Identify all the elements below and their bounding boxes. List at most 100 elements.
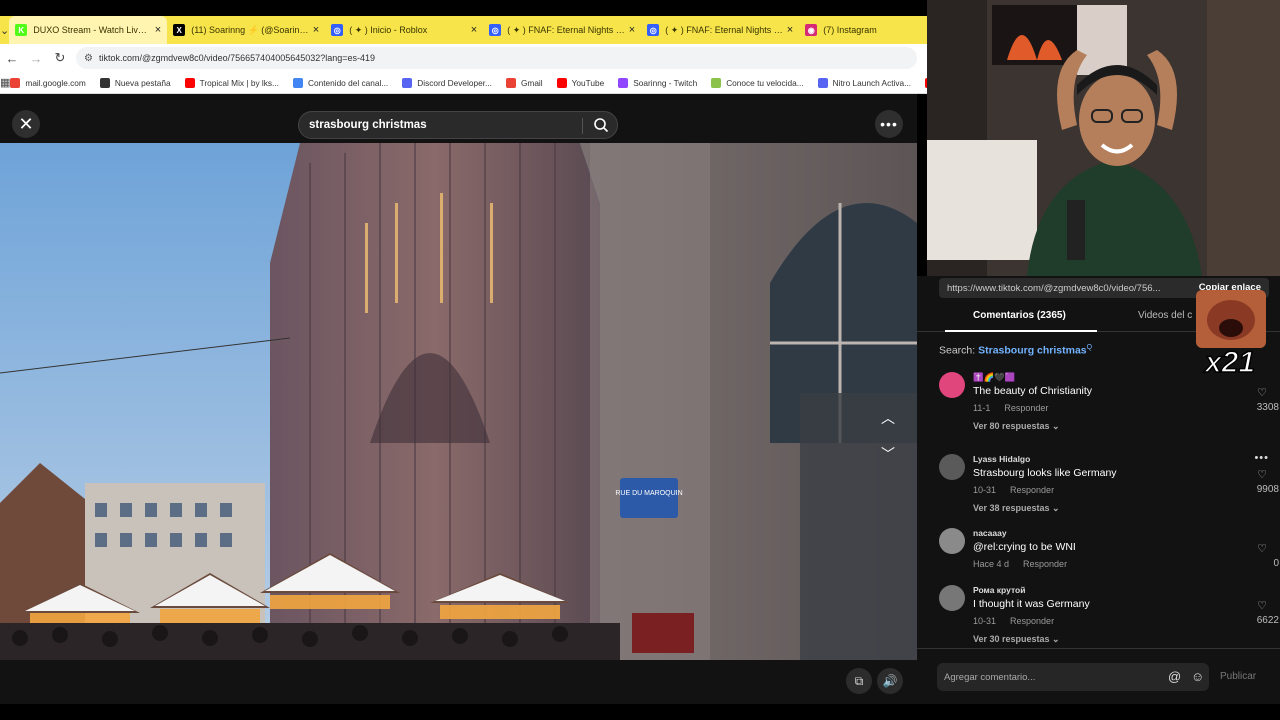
- bookmark-list: mail.google.com Nueva pestaña Tropical Mix…: [10, 77, 927, 88]
- tab-close-icon[interactable]: ×: [471, 24, 477, 36]
- bookmark-item[interactable]: Gmail: [505, 77, 543, 88]
- like-count: 0: [1273, 558, 1279, 569]
- more-options-button[interactable]: •••: [875, 110, 903, 138]
- comment-text: Strasbourg looks like Germany: [973, 467, 1117, 479]
- bookmark-favicon-icon: [402, 77, 413, 88]
- search-divider: [582, 118, 583, 134]
- bookmark-favicon-icon: [99, 77, 110, 88]
- volume-button[interactable]: 🔊: [877, 668, 903, 694]
- search-suggestion-term: Strasbourg christmas: [978, 344, 1087, 357]
- reply-button[interactable]: Responder: [1010, 485, 1054, 495]
- close-button[interactable]: ✕: [12, 110, 40, 138]
- comment-username[interactable]: ✝️🌈🖤🟪: [973, 372, 1015, 383]
- view-replies-button[interactable]: Ver 80 respuestas ⌄: [973, 421, 1060, 432]
- tabs-container: K DUXO Stream - Watch Live on × X (11) Soari…: [9, 16, 957, 44]
- comment-item: Рома крутой I thought it was Germany 10-31…: [939, 585, 1279, 649]
- comment-more-icon[interactable]: •••: [1254, 452, 1269, 464]
- search-icon[interactable]: [593, 117, 609, 136]
- comment-text: I thought it was Germany: [973, 598, 1090, 610]
- tab-close-icon[interactable]: ×: [155, 24, 161, 36]
- view-replies-button[interactable]: Ver 30 respuestas ⌄: [973, 634, 1060, 645]
- publish-button[interactable]: Publicar: [1220, 671, 1256, 682]
- avatar[interactable]: [939, 454, 965, 480]
- heart-icon[interactable]: ♡: [1255, 468, 1269, 481]
- previous-video-button[interactable]: ︿: [877, 407, 899, 429]
- tab-comments[interactable]: Comentarios (2365): [973, 310, 1066, 321]
- browser-tab[interactable]: ◎ ( ✦ ) FNAF: Eternal Nights 🐻 - ×: [641, 16, 799, 44]
- search-suggestion[interactable]: Search: Strasbourg christmasQ: [939, 344, 1092, 357]
- browser-tab[interactable]: ◎ ( ✦ ) Inicio - Roblox ×: [325, 16, 483, 44]
- bookmark-favicon-icon: [184, 77, 195, 88]
- bookmark-label: Gmail: [520, 77, 543, 88]
- back-arrow-icon[interactable]: ←: [0, 44, 24, 72]
- heart-icon[interactable]: ♡: [1255, 386, 1269, 399]
- bookmark-favicon-icon: [505, 77, 516, 88]
- bookmark-item[interactable]: YouTube: [556, 77, 604, 88]
- comment-date: 10-31: [973, 485, 997, 495]
- tab-title: ( ✦ ) FNAF: Eternal Nights 🐻 -: [665, 24, 783, 35]
- bookmark-label: Conoce tu velocida...: [726, 77, 804, 88]
- reply-button[interactable]: Responder: [1023, 559, 1067, 569]
- browser-tab[interactable]: K DUXO Stream - Watch Live on ×: [9, 16, 168, 44]
- avatar[interactable]: [939, 585, 965, 611]
- speaker-icon: 🔊: [882, 674, 898, 688]
- comment-item: ✝️🌈🖤🟪 The beauty of Christianity 11-1 Respo…: [939, 372, 1279, 436]
- bookmark-item[interactable]: Nitro Launch Activa...: [817, 77, 912, 88]
- comment-username[interactable]: nacaaay: [973, 528, 1007, 538]
- tab-title: (11) Soarinng ⚡ (@Soaringch: [191, 24, 309, 35]
- comment-date: Hace 4 d: [973, 559, 1010, 569]
- bookmark-item[interactable]: Discord Developer...: [402, 77, 492, 88]
- tab-title: DUXO Stream - Watch Live on: [33, 25, 151, 35]
- bookmark-item[interactable]: Conoce tu velocida...: [711, 77, 804, 88]
- heart-icon[interactable]: ♡: [1255, 542, 1269, 555]
- tab-close-icon[interactable]: ×: [629, 24, 635, 36]
- avatar[interactable]: [939, 372, 965, 398]
- next-video-button[interactable]: ﹀: [877, 443, 899, 465]
- bookmark-item[interactable]: Contenido del canal...: [292, 77, 388, 88]
- tab-favicon-icon: X: [173, 24, 186, 36]
- tiktok-video-page: ✕ strasbourg christmas ••• RUE DU MAROQU…: [0, 94, 917, 704]
- heart-icon[interactable]: ♡: [1255, 599, 1269, 612]
- avatar[interactable]: [939, 528, 965, 554]
- bookmark-item[interactable]: Tropical Mix | by lks...: [184, 77, 279, 88]
- browser-tab[interactable]: X (11) Soarinng ⚡ (@Soaringch ×: [167, 16, 325, 44]
- view-replies-button[interactable]: Ver 38 respuestas ⌄: [973, 503, 1060, 514]
- add-comment-bar: Agregar comentario... @ ☺ Publicar: [917, 648, 1280, 704]
- reload-icon[interactable]: ↻: [48, 44, 72, 72]
- apps-grid-icon[interactable]: ▦: [0, 72, 10, 93]
- comment-meta: Hace 4 d Responder: [973, 559, 1067, 569]
- bookmark-favicon-icon: [711, 77, 722, 88]
- tab-close-icon[interactable]: ×: [313, 24, 319, 36]
- streamer-webcam: [927, 0, 1280, 276]
- bookmark-item[interactable]: Nueva pestaña: [99, 77, 171, 88]
- bookmark-item[interactable]: Soarinng - Twitch: [618, 77, 697, 88]
- emoji-icon[interactable]: ☺: [1191, 669, 1204, 684]
- reply-button[interactable]: Responder: [1004, 403, 1048, 413]
- tab-close-icon[interactable]: ×: [787, 24, 793, 36]
- site-info-icon[interactable]: ⚙: [84, 53, 93, 64]
- reply-button[interactable]: Responder: [1010, 616, 1054, 626]
- forward-arrow-icon[interactable]: →: [24, 44, 48, 72]
- comment-username[interactable]: Рома крутой: [973, 585, 1025, 595]
- mention-icon[interactable]: @: [1168, 669, 1181, 684]
- url-field[interactable]: ⚙ tiktok.com/@zgmdvew8c0/video/756657404…: [76, 47, 917, 69]
- browser-tab[interactable]: ◎ ( ✦ ) FNAF: Eternal Nights 🐻 - ×: [483, 16, 641, 44]
- video-player[interactable]: RUE DU MAROQUIN ︿ ﹀: [0, 143, 917, 660]
- bookmark-label: Nueva pestaña: [114, 77, 171, 88]
- bookmark-item[interactable]: mail.google.com: [10, 77, 86, 88]
- bookmark-label: Nitro Launch Activa...: [832, 77, 912, 88]
- tab-favicon-icon: ◎: [489, 24, 502, 36]
- search-suggestion-prefix: Search:: [939, 344, 976, 357]
- tab-search-dropdown-icon[interactable]: ⌄: [0, 16, 9, 44]
- tab-favicon-icon: K: [15, 24, 28, 36]
- bookmark-label: Discord Developer...: [417, 77, 492, 88]
- pip-button[interactable]: ⧉: [846, 668, 872, 694]
- search-small-icon: Q: [1086, 344, 1093, 351]
- comment-date: 10-31: [973, 616, 997, 626]
- bookmark-favicon-icon: [10, 77, 21, 88]
- tab-creator-videos[interactable]: Videos del c: [1138, 310, 1192, 321]
- active-tab-indicator: [945, 330, 1097, 332]
- bookmark-label: mail.google.com: [25, 77, 86, 88]
- comment-username[interactable]: Lyass Hidalgo: [973, 454, 1030, 464]
- search-input[interactable]: strasbourg christmas: [298, 111, 618, 139]
